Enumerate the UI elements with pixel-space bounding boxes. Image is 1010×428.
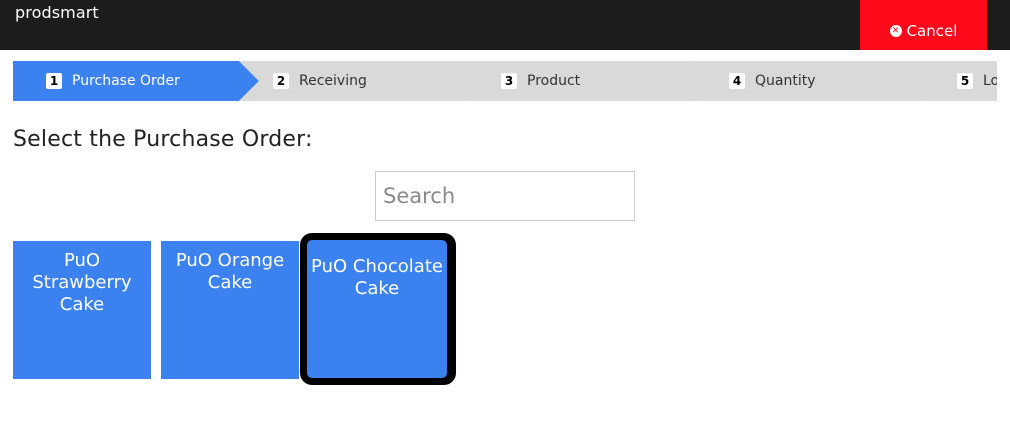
- step-label: Purchase Order: [72, 73, 180, 89]
- step-label: Lo: [983, 73, 997, 89]
- close-circle-icon: ✕: [889, 25, 902, 37]
- top-bar: prodsmart ✕ Cancel: [0, 0, 1010, 50]
- step-number: 3: [501, 73, 517, 89]
- order-tile-label: PuO Orange Cake: [175, 250, 285, 293]
- brand-logo: prodsmart: [15, 3, 99, 22]
- step-label: Receiving: [299, 73, 367, 89]
- order-tile-label: PuO Strawberry Cake: [32, 250, 132, 315]
- order-tile-label: PuO Chocolate Cake: [311, 256, 443, 299]
- step-number: 4: [729, 73, 745, 89]
- order-tile-strawberry-cake[interactable]: PuO Strawberry Cake: [13, 241, 151, 379]
- order-tile-orange-cake[interactable]: PuO Orange Cake: [161, 241, 299, 379]
- step-number: 1: [46, 73, 62, 89]
- wizard-steps: 1 Purchase Order 2 Receiving 3 Product 4…: [13, 61, 997, 101]
- order-tile-chocolate-cake[interactable]: PuO Chocolate Cake: [300, 233, 456, 385]
- step-receiving[interactable]: 2 Receiving: [239, 61, 488, 101]
- cancel-label: Cancel: [906, 22, 958, 40]
- step-quantity[interactable]: 4 Quantity: [695, 61, 944, 101]
- step-number: 5: [957, 73, 973, 89]
- cancel-button[interactable]: ✕ Cancel: [860, 0, 987, 50]
- search-input[interactable]: [375, 171, 635, 221]
- page-title: Select the Purchase Order:: [13, 127, 313, 152]
- step-lot[interactable]: 5 Lo: [923, 61, 997, 101]
- step-number: 2: [273, 73, 289, 89]
- step-label: Quantity: [755, 73, 816, 89]
- step-label: Product: [527, 73, 581, 89]
- step-purchase-order[interactable]: 1 Purchase Order: [13, 61, 260, 101]
- step-product[interactable]: 3 Product: [467, 61, 716, 101]
- order-tile-selected-face: PuO Chocolate Cake: [307, 240, 447, 378]
